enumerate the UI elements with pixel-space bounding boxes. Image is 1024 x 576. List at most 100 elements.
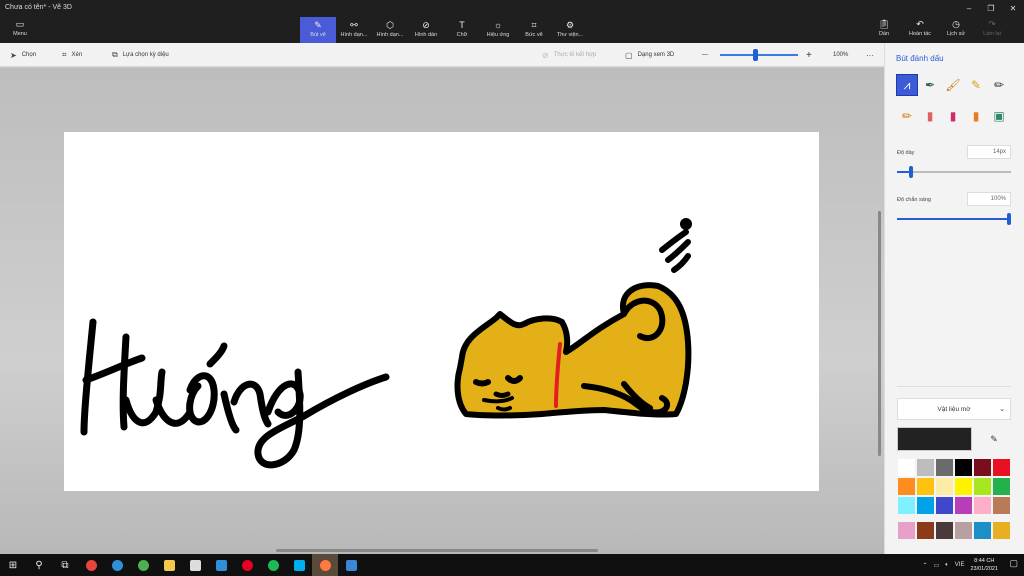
taskbar-app-edge[interactable] (104, 554, 130, 576)
search-button[interactable]: ⚲ (26, 554, 52, 576)
redo-button[interactable]: ↷ Làm lại (974, 19, 1010, 41)
eraser-icon[interactable]: ▮ (919, 105, 941, 127)
tab-3d-shapes[interactable]: ⬡ Hình dạn... (372, 17, 408, 43)
color-swatch[interactable] (916, 521, 935, 540)
color-swatch[interactable] (897, 458, 916, 477)
fill-icon[interactable]: ▣ (988, 105, 1010, 127)
color-swatch[interactable] (935, 521, 954, 540)
taskbar-app-file-explorer[interactable] (156, 554, 182, 576)
current-color-swatch[interactable] (897, 427, 972, 451)
thickness-field[interactable]: 14px (967, 145, 1011, 159)
photos-icon (345, 559, 357, 571)
tab-canvas[interactable]: ⌗ Bức vẽ (516, 17, 552, 43)
clock[interactable]: 8:44 CH 23/01/2021 (970, 557, 998, 573)
crop-button[interactable]: ⌗ Xén (62, 43, 82, 67)
color-swatch[interactable] (954, 458, 973, 477)
menu-button[interactable]: ▭ Menu (6, 19, 34, 39)
color-swatch[interactable] (897, 477, 916, 496)
tab-3d-library[interactable]: ⚙ Thư viện... (552, 17, 588, 43)
color-swatch[interactable] (954, 496, 973, 515)
thickness-slider-thumb[interactable] (908, 166, 913, 178)
taskbar-app-chrome[interactable] (78, 554, 104, 576)
color-swatch[interactable] (992, 458, 1011, 477)
task-view-button[interactable]: ⧉ (52, 554, 78, 576)
spray-can-icon[interactable]: ▮ (965, 105, 987, 127)
zoom-slider-thumb[interactable] (753, 49, 759, 61)
color-swatch[interactable] (992, 521, 1011, 540)
color-swatch[interactable] (992, 477, 1011, 496)
marker-icon[interactable]: ⩘ (896, 74, 918, 96)
zoom-slider[interactable] (720, 54, 798, 56)
mixed-reality-button[interactable]: ⊘ Thực tế kết hợp (542, 43, 596, 67)
close-button[interactable]: ✕ (1002, 0, 1024, 16)
color-swatch[interactable] (992, 496, 1011, 515)
taskbar-app-spotify[interactable] (260, 554, 286, 576)
mail-icon (215, 559, 227, 571)
color-swatch[interactable] (916, 496, 935, 515)
history-button[interactable]: ◷ Lịch sử (938, 19, 974, 41)
language-indicator[interactable]: VIE (955, 562, 965, 568)
tab-stickers[interactable]: ⊘ Hình dán (408, 17, 444, 43)
magic-select-button[interactable]: ⧉ Lựa chọn kỳ diệu (112, 43, 169, 67)
history-icon: ◷ (952, 19, 960, 29)
material-dropdown[interactable]: Vật liệu mờ ⌄ (897, 398, 1011, 420)
opacity-slider-thumb[interactable] (1007, 213, 1011, 225)
folder-icon: ▭ (15, 19, 25, 29)
start-button[interactable]: ⊞ (0, 554, 26, 576)
undo-button[interactable]: ↶ Hoàn tác (902, 19, 938, 41)
watercolor-icon[interactable]: ✎ (965, 74, 987, 96)
tab-effects[interactable]: ☼ Hiệu ứng (480, 17, 516, 43)
color-swatch[interactable] (973, 458, 992, 477)
opacity-slider[interactable] (897, 213, 1011, 225)
color-swatch[interactable] (916, 477, 935, 496)
color-swatch[interactable] (973, 496, 992, 515)
color-swatch[interactable] (916, 458, 935, 477)
color-swatch[interactable] (954, 521, 973, 540)
paste-button[interactable]: 📋︎ Dán (866, 19, 902, 41)
crop-icon: ⌗ (62, 50, 67, 59)
taskbar-app-chrome-alt[interactable] (130, 554, 156, 576)
taskbar-app-pinterest[interactable] (234, 554, 260, 576)
tab-label: Thư viện... (556, 32, 584, 38)
pencil-icon[interactable]: ✏ (896, 105, 918, 127)
vertical-scrollbar[interactable] (878, 211, 881, 456)
tab-brushes[interactable]: ✎ Bút vẽ (300, 17, 336, 43)
zoom-in-button[interactable]: + (806, 43, 812, 67)
notification-icon[interactable]: ▢ (1009, 558, 1018, 569)
taskbar-app-paint3d[interactable] (312, 554, 338, 576)
tab-2d-shapes[interactable]: ⚯ Hình dạn... (336, 17, 372, 43)
zoom-out-button[interactable]: — (702, 43, 708, 67)
crayon-icon[interactable]: ▮ (942, 105, 964, 127)
taskbar-app-skype[interactable] (286, 554, 312, 576)
color-swatch[interactable] (935, 477, 954, 496)
taskbar-app-photos[interactable] (338, 554, 364, 576)
tab-text[interactable]: T Chữ (444, 17, 480, 43)
minimize-button[interactable]: – (958, 0, 980, 16)
color-swatch[interactable] (897, 521, 916, 540)
selection-toolbar: ➤ Chọn ⌗ Xén ⧉ Lựa chọn kỳ diệu ⊘ Thực t… (0, 43, 884, 67)
restore-button[interactable]: ❐ (980, 0, 1002, 16)
chevron-up-icon[interactable]: ⌃ (922, 562, 927, 569)
calligraphy-pen-icon[interactable]: ✒ (919, 74, 941, 96)
taskbar-app-store[interactable] (182, 554, 208, 576)
color-swatch[interactable] (935, 496, 954, 515)
horizontal-scrollbar[interactable] (276, 549, 598, 552)
view-3d-button[interactable]: ▢ Dạng xem 3D (625, 43, 674, 67)
taskbar-app-mail[interactable] (208, 554, 234, 576)
color-swatch[interactable] (973, 521, 992, 540)
eyedropper-icon[interactable]: ✎ (985, 430, 1003, 448)
oil-brush-icon[interactable]: 🖌︎ (942, 74, 964, 96)
drawing-canvas[interactable] (64, 132, 819, 491)
volume-icon[interactable]: 🔈︎ (945, 562, 949, 569)
select-button[interactable]: ➤ Chọn (10, 43, 36, 67)
opacity-field[interactable]: 100% (967, 192, 1011, 206)
network-icon[interactable]: ▭ (934, 562, 940, 569)
color-swatch[interactable] (897, 496, 916, 515)
color-swatch[interactable] (973, 477, 992, 496)
pixel-pen-icon[interactable]: ✏ (988, 74, 1010, 96)
opacity-slider-fill (897, 218, 1011, 220)
color-swatch[interactable] (954, 477, 973, 496)
more-options-button[interactable]: ··· (866, 43, 874, 67)
thickness-slider[interactable] (897, 166, 1011, 178)
color-swatch[interactable] (935, 458, 954, 477)
